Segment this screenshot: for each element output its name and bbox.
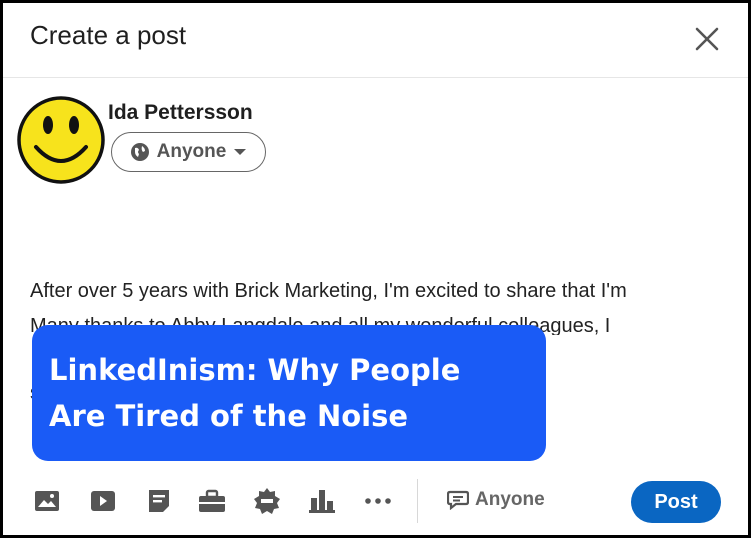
comment-audience-label: Anyone [475, 489, 545, 510]
document-icon [149, 490, 169, 512]
poll-icon [309, 490, 335, 513]
close-button[interactable] [693, 25, 721, 53]
audience-selector[interactable]: Anyone [111, 132, 266, 172]
add-photo-button[interactable] [31, 485, 63, 517]
more-icon [365, 498, 391, 504]
comment-icon [447, 490, 469, 510]
comment-audience-selector[interactable]: Anyone [447, 489, 545, 511]
author-name: Ida Pettersson [108, 101, 253, 124]
badge-icon [254, 488, 280, 514]
post-button[interactable]: Post [631, 481, 721, 523]
headline-banner: LinkedInism: Why People Are Tired of the… [32, 325, 546, 461]
briefcase-icon [199, 489, 225, 512]
video-icon [91, 491, 115, 511]
share-job-button[interactable] [196, 485, 228, 517]
globe-icon [130, 143, 149, 161]
banner-line: Are Tired of the Noise [49, 399, 409, 433]
caret-down-icon [234, 149, 247, 155]
toolbar-divider [417, 479, 418, 523]
close-icon [695, 27, 719, 51]
dialog-title: Create a post [30, 20, 187, 50]
celebrate-button[interactable] [251, 485, 283, 517]
write-article-button[interactable] [143, 485, 175, 517]
create-poll-button[interactable] [306, 485, 338, 517]
more-options-button[interactable] [362, 485, 394, 517]
create-post-dialog: Create a post Ida Pettersson Anyone Afte [0, 0, 751, 538]
post-toolbar: Anyone Post [3, 473, 748, 533]
banner-line: LinkedInism: Why People [49, 353, 461, 387]
audience-label: Anyone [156, 141, 227, 162]
smiley-face-icon [17, 96, 105, 184]
add-video-button[interactable] [87, 485, 119, 517]
dialog-header: Create a post [3, 3, 748, 78]
avatar [16, 95, 106, 185]
photo-icon [35, 491, 59, 511]
